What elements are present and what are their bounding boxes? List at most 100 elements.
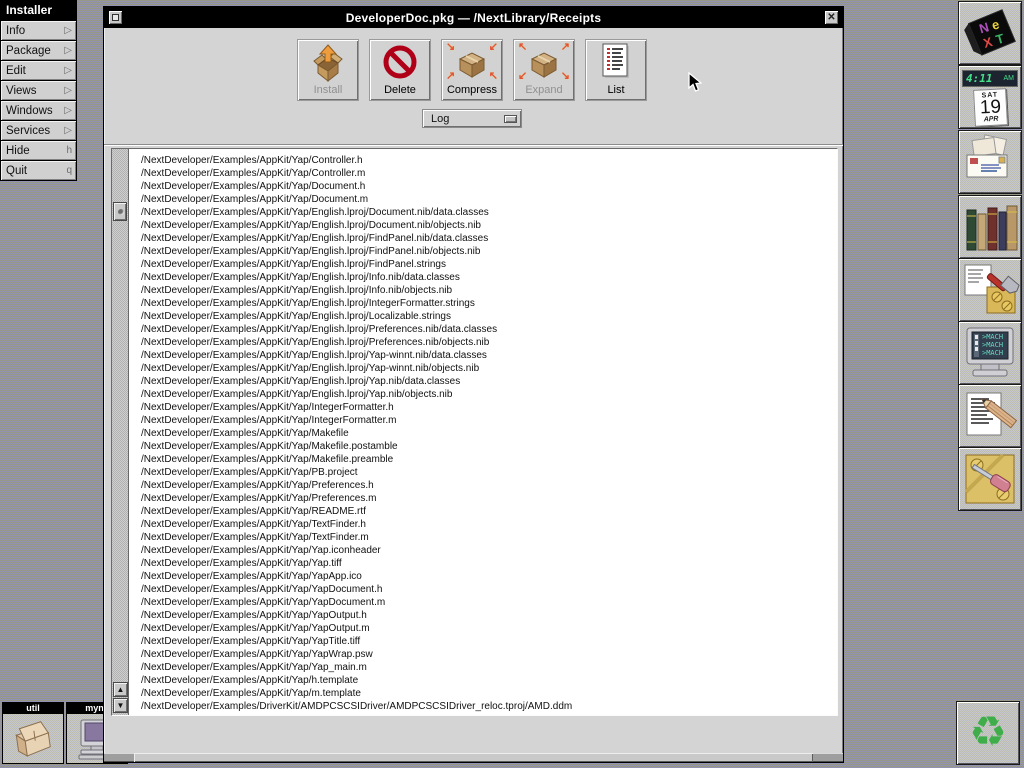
app-running-dots: . . .	[963, 186, 986, 194]
list-button-label: List	[586, 84, 646, 96]
submenu-arrow-icon: ▷	[64, 45, 72, 56]
installer-window: DeveloperDoc.pkg — /NextLibrary/Receipts…	[103, 6, 844, 763]
list-button[interactable]: List	[585, 39, 647, 101]
expand-button[interactable]: ↖ ↗ ↙ ↘ Expand	[513, 39, 575, 101]
menu-item-edit[interactable]: Edit▷	[1, 61, 76, 80]
file-list-box: ▲ ▼ /NextDeveloper/Examples/AppKit/Yap/C…	[111, 148, 838, 716]
file-path-row: /NextDeveloper/Examples/AppKit/Yap/h.tem…	[141, 675, 837, 688]
calendar-day: 19	[975, 98, 1007, 117]
file-path-row: /NextDeveloper/Examples/AppKit/Yap/m.tem…	[141, 688, 837, 701]
file-path-row: /NextDeveloper/Examples/AppKit/Yap/Integ…	[141, 415, 837, 428]
resize-bar[interactable]	[104, 753, 843, 762]
menu-item-label: Hide	[6, 145, 30, 157]
file-path-row: /NextDeveloper/Examples/AppKit/Yap/Docum…	[141, 194, 837, 207]
view-popup-value: Log	[431, 113, 449, 125]
menu-item-windows[interactable]: Windows▷	[1, 101, 76, 120]
clock-time: 4:11	[966, 72, 993, 85]
dock-tile-configure[interactable]: . . .	[958, 447, 1022, 511]
menu-item-services[interactable]: Services▷	[1, 121, 76, 140]
file-path-row: /NextDeveloper/Examples/AppKit/Yap/Engli…	[141, 207, 837, 220]
file-path-row: /NextDeveloper/Examples/AppKit/Yap/Engli…	[141, 324, 837, 337]
install-button[interactable]: Install	[297, 39, 359, 101]
list-document-icon	[586, 42, 646, 84]
desktop: { "menu": { "title": "Installer", "items…	[0, 0, 1024, 768]
mail-envelope-icon	[959, 131, 1021, 193]
toolbar: Install Delete	[104, 28, 843, 145]
dock-tile-edit[interactable]: . . .	[958, 384, 1022, 448]
file-path-row: /NextDeveloper/Examples/AppKit/Yap/Engli…	[141, 298, 837, 311]
menu-item-views[interactable]: Views ▷	[1, 81, 76, 100]
dock-tile-mail[interactable]: . . .	[958, 130, 1022, 194]
file-path-row: /NextDeveloper/Examples/AppKit/Yap/Contr…	[141, 155, 837, 168]
file-path-row: /NextDeveloper/Examples/AppKit/Yap/Makef…	[141, 454, 837, 467]
dock-tile-terminal[interactable]: >MACH>MACH>MACH . . .	[958, 321, 1022, 385]
app-running-dots: . . .	[963, 503, 986, 511]
file-path-row: /NextDeveloper/Examples/AppKit/Yap/Makef…	[141, 441, 837, 454]
pencil-document-icon	[959, 385, 1021, 447]
scrollbar-knob[interactable]	[113, 202, 127, 221]
menu-shortcut: q	[66, 165, 72, 176]
file-path-row: /NextDeveloper/Examples/AppKit/Yap/YapOu…	[141, 610, 837, 623]
folder-satchel-icon	[11, 719, 55, 759]
compress-button[interactable]: ↘ ↙ ↗ ↖ Compress	[441, 39, 503, 101]
file-path-row: /NextDeveloper/Examples/AppKit/Yap/Engli…	[141, 363, 837, 376]
file-path-row: /NextDeveloper/Examples/AppKit/Yap/YapOu…	[141, 623, 837, 636]
file-path-row: /NextDeveloper/Examples/AppKit/Yap/Engli…	[141, 246, 837, 259]
file-path-row: /NextDeveloper/Examples/AppKit/Yap/Integ…	[141, 402, 837, 415]
menu-item-label: Quit	[6, 165, 27, 177]
digital-clock: 4:11 AM	[962, 70, 1018, 87]
file-path-row: /NextDeveloper/Examples/AppKit/Yap/YapDo…	[141, 597, 837, 610]
scroll-up-button[interactable]: ▲	[113, 682, 128, 697]
recycler-icon: ♻	[957, 702, 1019, 762]
menu-item-quit[interactable]: Quit q	[1, 161, 76, 180]
dock-tile-recycler[interactable]: ♻	[956, 701, 1020, 765]
delete-button[interactable]: Delete	[369, 39, 431, 101]
file-path-row: /NextDeveloper/Examples/AppKit/Yap/PB.pr…	[141, 467, 837, 480]
svg-text:>MACH: >MACH	[982, 333, 1003, 341]
file-path-row: /NextDeveloper/Examples/AppKit/Yap/Engli…	[141, 220, 837, 233]
file-path-row: /NextDeveloper/Examples/AppKit/Yap/YapTi…	[141, 636, 837, 649]
menu-item-label: Views	[6, 85, 36, 97]
file-path-row: /NextDeveloper/Examples/AppKit/Yap/READM…	[141, 506, 837, 519]
file-path-row: /NextDeveloper/Examples/AppKit/Yap/TextF…	[141, 519, 837, 532]
scroll-down-button[interactable]: ▼	[113, 698, 128, 713]
delete-icon	[370, 42, 430, 84]
dock-tile-clock-calendar[interactable]: 4:11 AM SAT 19 APR	[958, 65, 1022, 129]
file-path-row: /NextDeveloper/Examples/AppKit/Yap/Contr…	[141, 168, 837, 181]
menu-item-hide[interactable]: Hideh	[1, 141, 76, 160]
window-titlebar[interactable]: DeveloperDoc.pkg — /NextLibrary/Receipts…	[104, 7, 843, 28]
file-path-row: /NextDeveloper/Examples/AppKit/Yap/YapDo…	[141, 584, 837, 597]
popup-indicator-icon	[504, 115, 517, 123]
file-path-row: /NextDeveloper/Examples/AppKit/Yap/Yap.t…	[141, 558, 837, 571]
miniwindow-util[interactable]: util	[2, 702, 64, 764]
install-box-icon	[298, 42, 358, 84]
calendar-card: SAT 19 APR	[973, 88, 1008, 127]
file-path-row: /NextDeveloper/Examples/AppKit/Yap/Engli…	[141, 272, 837, 285]
file-path-row: /NextDeveloper/Examples/AppKit/Yap/Prefe…	[141, 480, 837, 493]
file-path-row: /NextDeveloper/Examples/AppKit/Yap/Docum…	[141, 181, 837, 194]
file-path-row: /NextDeveloper/Examples/AppKit/Yap/Yap.i…	[141, 545, 837, 558]
miniaturize-button[interactable]	[108, 10, 123, 25]
submenu-arrow-icon: ▷	[64, 85, 72, 96]
file-path-row: /NextDeveloper/Examples/DriverKit/AMDPCS…	[141, 701, 837, 714]
file-path-row: /NextDeveloper/Examples/AppKit/Yap/TextF…	[141, 532, 837, 545]
vertical-scrollbar[interactable]: ▲ ▼	[112, 149, 129, 715]
expand-box-icon: ↖ ↗ ↙ ↘	[514, 42, 574, 84]
menu-item-info[interactable]: Info▷	[1, 21, 76, 40]
close-button[interactable]: ✕	[824, 10, 839, 25]
dock-tile-librarian[interactable]: . . .	[958, 195, 1022, 259]
file-path-row: /NextDeveloper/Examples/AppKit/Yap/Engli…	[141, 337, 837, 350]
mouse-cursor	[688, 72, 702, 93]
menu-title: Installer	[1, 1, 76, 20]
file-path-row: /NextDeveloper/Examples/AppKit/Yap/Yap_m…	[141, 662, 837, 675]
resize-bar-middle[interactable]	[134, 753, 813, 762]
dock-tile-project-builder[interactable]: . . .	[958, 258, 1022, 322]
view-popup-button[interactable]: Log	[422, 109, 522, 128]
dock-tile-workspace[interactable]: N e X T	[958, 1, 1022, 65]
close-icon: ✕	[827, 13, 835, 23]
submenu-arrow-icon: ▷	[64, 105, 72, 116]
file-path-row: /NextDeveloper/Examples/AppKit/Yap/YapAp…	[141, 571, 837, 584]
file-path-row: /NextDeveloper/Examples/AppKit/Yap/YapWr…	[141, 649, 837, 662]
menu-item-package[interactable]: Package▷	[1, 41, 76, 60]
menu-item-label: Edit	[6, 65, 26, 77]
